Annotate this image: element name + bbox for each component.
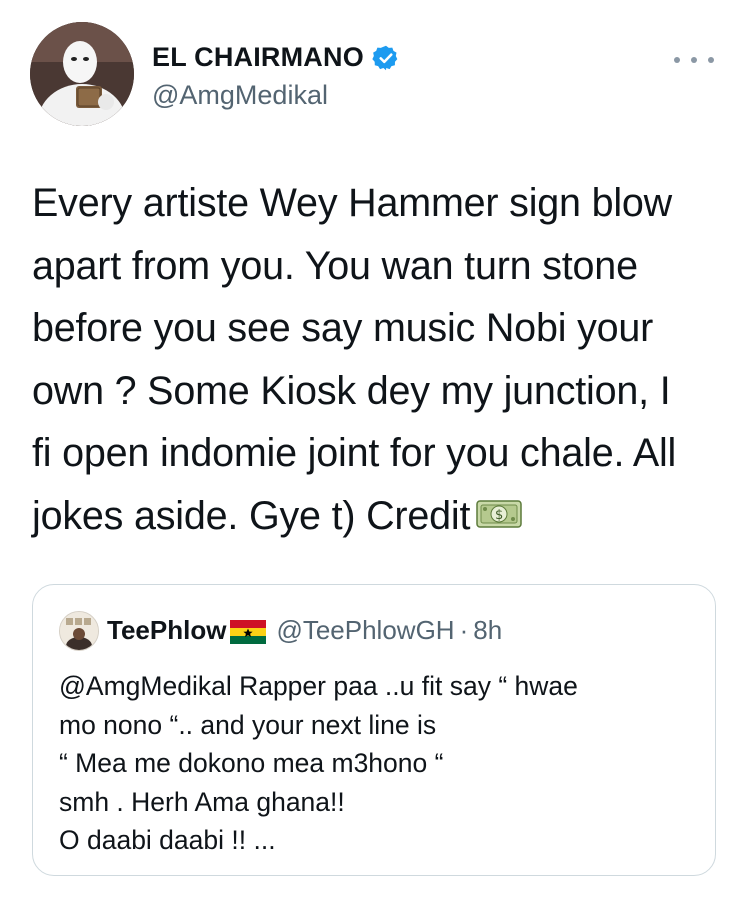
tweet-line: jokes aside. Gye t) Credit bbox=[32, 493, 471, 538]
author-display-name[interactable]: EL CHAIRMANO bbox=[152, 42, 364, 73]
quoted-line: “ Mea me dokono mea m3hono “ bbox=[59, 748, 444, 778]
more-horizontal-icon[interactable] bbox=[674, 50, 714, 70]
quoted-display-name[interactable]: TeePhlow bbox=[107, 615, 226, 646]
quoted-line: @AmgMedikal Rapper paa ..u fit say “ hwa… bbox=[59, 671, 578, 701]
tweet-line: fi open indomie joint for you chale. All bbox=[32, 431, 677, 475]
ghana-flag-icon bbox=[230, 619, 267, 644]
author-name-row: EL CHAIRMANO bbox=[152, 42, 400, 73]
author-handle[interactable]: @AmgMedikal bbox=[152, 80, 328, 111]
tweet-text: Every artiste Wey Hammer sign blow apart… bbox=[32, 172, 732, 547]
quoted-timestamp[interactable]: 8h bbox=[473, 615, 502, 646]
quoted-line: O daabi daabi !! ... bbox=[59, 825, 276, 855]
author-avatar[interactable] bbox=[30, 22, 134, 126]
tweet-line-last: jokes aside. Gye t) Credit $ bbox=[32, 485, 732, 548]
tweet-line: own ? Some Kiosk dey my junction, I bbox=[32, 368, 671, 413]
quoted-text: @AmgMedikal Rapper paa ..u fit say “ hwa… bbox=[59, 667, 699, 860]
quoted-author-avatar[interactable] bbox=[59, 611, 99, 651]
avatar-photo bbox=[30, 22, 134, 126]
svg-text:$: $ bbox=[495, 508, 503, 523]
separator-dot: · bbox=[459, 615, 469, 645]
more-dot bbox=[674, 57, 680, 63]
more-dot bbox=[691, 57, 697, 63]
quoted-header: TeePhlow @TeePhlowGH · 8h bbox=[107, 615, 502, 646]
more-dot bbox=[708, 57, 714, 63]
tweet-line: Every artiste Wey Hammer sign blow bbox=[32, 181, 673, 225]
quoted-tweet[interactable]: TeePhlow @TeePhlowGH · 8h @AmgMedikal Ra… bbox=[32, 584, 716, 876]
tweet-line: before you see say music Nobi your bbox=[32, 306, 654, 350]
quoted-line: mo nono “.. and your next line is bbox=[59, 709, 437, 740]
quoted-line: smh . Herh Ama ghana!! bbox=[59, 786, 345, 817]
quoted-avatar-photo bbox=[60, 612, 98, 650]
tweet-card: EL CHAIRMANO @AmgMedikal Every artiste W… bbox=[0, 0, 750, 912]
money-bill-emoji-icon: $ bbox=[476, 500, 522, 528]
verified-badge-icon bbox=[372, 45, 398, 70]
tweet-line: apart from you. You wan turn stone bbox=[32, 243, 638, 288]
quoted-handle[interactable]: @TeePhlowGH bbox=[276, 615, 454, 646]
